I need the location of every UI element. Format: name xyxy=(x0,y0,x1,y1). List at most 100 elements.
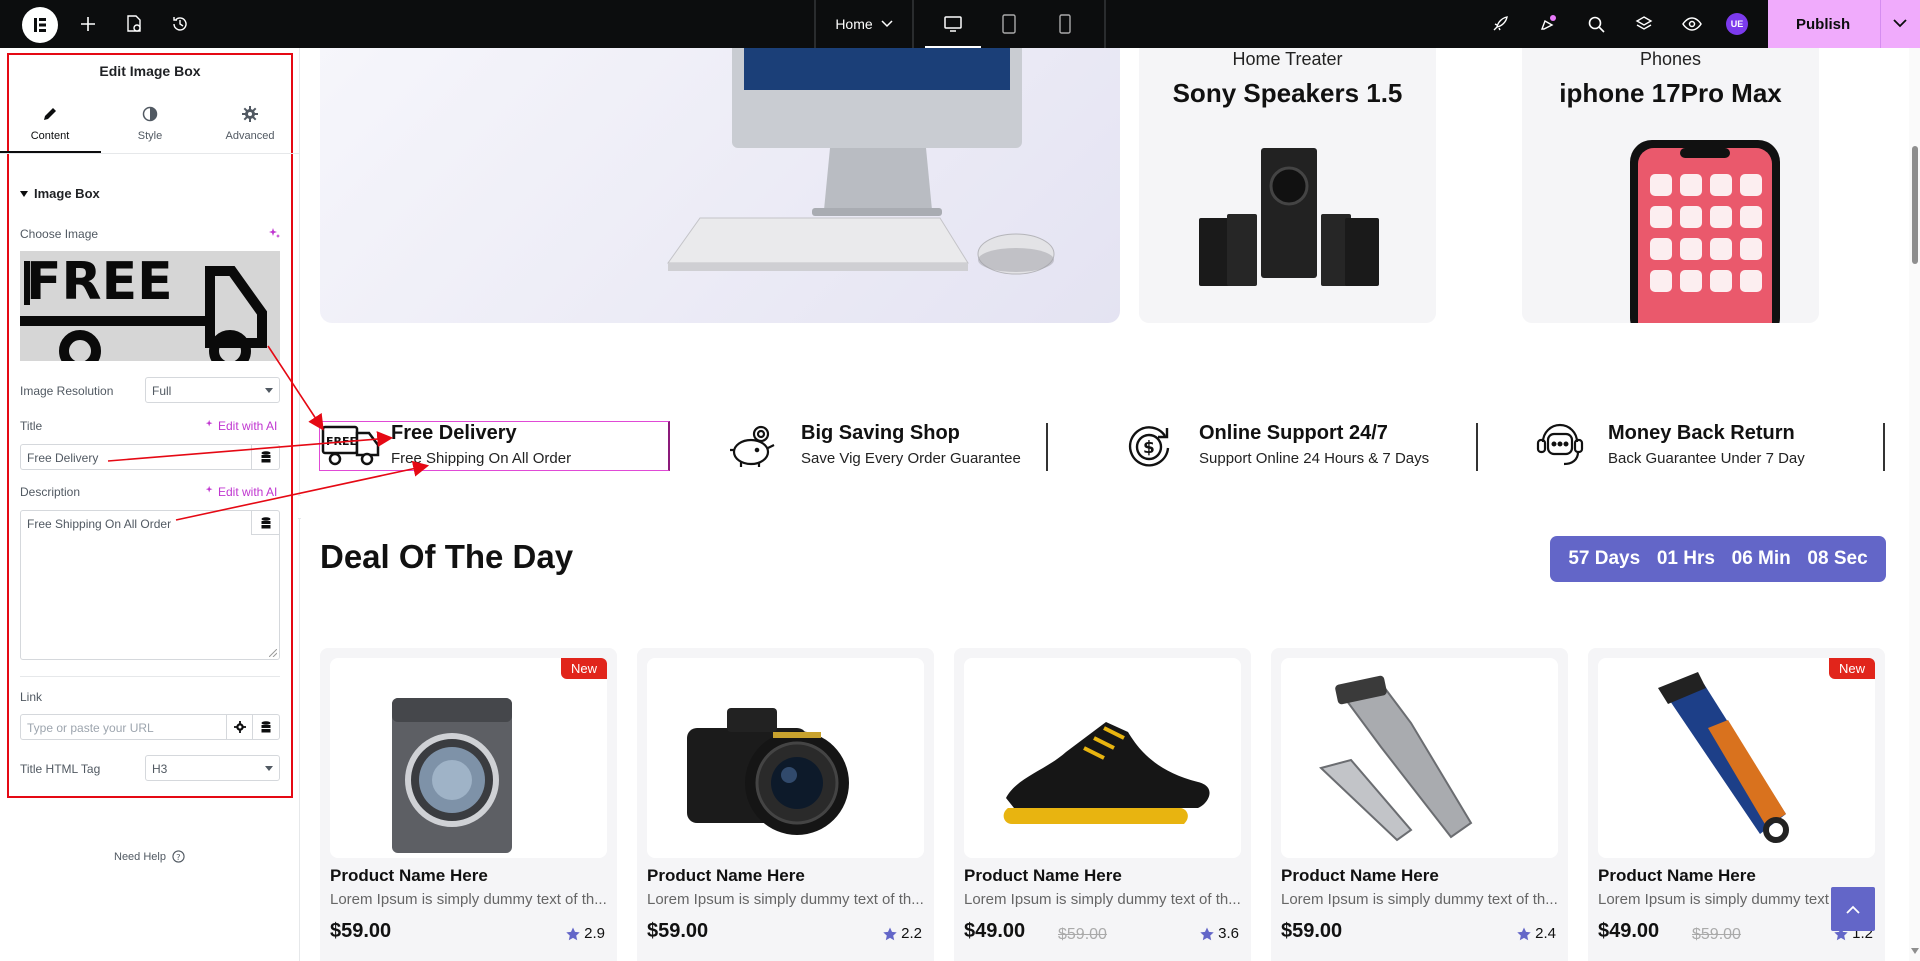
hero-banner[interactable] xyxy=(320,48,1120,323)
dynamic-tags-button[interactable] xyxy=(251,445,279,469)
product-price: $59.00 xyxy=(647,920,709,942)
choose-image-label: Choose Image xyxy=(20,227,99,241)
user-avatar[interactable]: UE xyxy=(1726,13,1748,35)
database-icon xyxy=(261,721,271,733)
product-card[interactable]: Product Name Here Lorem Ipsum is simply … xyxy=(954,648,1251,961)
product-card[interactable]: Product Name Here Lorem Ipsum is simply … xyxy=(637,648,934,961)
image-resolution-label: Image Resolution xyxy=(20,384,114,398)
product-price: $59.00 xyxy=(330,920,392,942)
tablet-view-button[interactable] xyxy=(981,0,1037,48)
link-label: Link xyxy=(20,690,43,704)
description-label: Description xyxy=(20,485,81,499)
chevron-down-icon[interactable] xyxy=(1893,19,1907,29)
image-resolution-select[interactable]: Full xyxy=(145,377,280,403)
product-rating: 3.6 xyxy=(1200,925,1239,942)
tab-content[interactable]: Content xyxy=(0,96,100,152)
ai-sparkle-icon xyxy=(205,419,213,427)
svg-text:FREE: FREE xyxy=(26,252,173,312)
feature-desc: Free Shipping On All Order xyxy=(391,450,572,467)
rating-value: 2.9 xyxy=(584,925,605,942)
divider xyxy=(20,676,280,677)
speakers-image xyxy=(1199,148,1379,286)
feature-divider xyxy=(1883,423,1885,471)
mobile-view-button[interactable] xyxy=(1037,0,1093,48)
tab-advanced-label: Advanced xyxy=(225,130,275,142)
new-badge: New xyxy=(560,658,607,679)
countdown-seconds: 08 Sec xyxy=(1807,548,1868,569)
database-icon xyxy=(261,451,270,463)
layers-icon[interactable] xyxy=(1630,0,1658,48)
title-edit-with-ai-button[interactable]: Edit with AI xyxy=(205,419,277,433)
preview-eye-icon[interactable] xyxy=(1678,0,1706,48)
product-name[interactable]: Product Name Here xyxy=(1281,866,1439,886)
product-old-price: $59.00 xyxy=(1692,926,1741,943)
need-help-link[interactable]: Need Help ? xyxy=(114,850,185,863)
product-image[interactable] xyxy=(330,658,607,858)
promo-card-phone[interactable]: Phones iphone 17Pro Max xyxy=(1522,48,1819,323)
add-element-icon[interactable] xyxy=(74,0,102,48)
product-rating: 2.4 xyxy=(1517,925,1556,942)
elementor-logo-icon[interactable] xyxy=(22,7,58,43)
contrast-icon xyxy=(142,106,158,122)
title-input[interactable]: Free Delivery xyxy=(20,444,280,470)
description-edit-with-ai-button[interactable]: Edit with AI xyxy=(205,485,277,499)
product-name[interactable]: Product Name Here xyxy=(1598,866,1756,886)
dynamic-tags-button[interactable] xyxy=(252,715,279,739)
ai-sparkle-icon xyxy=(205,485,213,493)
scrollbar-thumb[interactable] xyxy=(1912,146,1918,264)
new-badge: New xyxy=(1828,658,1875,679)
chevron-down-icon xyxy=(881,20,893,28)
link-placeholder: Type or paste your URL xyxy=(27,721,154,735)
link-input[interactable]: Type or paste your URL xyxy=(20,714,280,740)
tab-style[interactable]: Style xyxy=(100,96,200,152)
product-old-price: $59.00 xyxy=(1058,926,1107,943)
rocket-icon[interactable] xyxy=(1486,0,1514,48)
pencil-icon xyxy=(44,108,56,120)
product-image[interactable] xyxy=(964,658,1241,858)
product-image[interactable] xyxy=(1281,658,1558,858)
panel-title: Edit Image Box xyxy=(99,63,201,79)
edit-with-ai-label: Edit with AI xyxy=(218,485,278,499)
iphone-image xyxy=(1630,140,1780,323)
title-html-tag-select[interactable]: H3 xyxy=(145,755,280,781)
need-help-label: Need Help xyxy=(114,850,166,863)
search-icon[interactable] xyxy=(1582,0,1610,48)
svg-text:?: ? xyxy=(176,852,180,862)
publish-button[interactable]: Publish xyxy=(1768,0,1920,48)
description-textarea[interactable]: Free Shipping On All Order xyxy=(20,510,280,660)
resize-handle-icon[interactable] xyxy=(269,649,277,657)
scroll-down-arrow-icon[interactable] xyxy=(1911,948,1919,954)
image-resolution-value: Full xyxy=(152,384,172,398)
product-image[interactable] xyxy=(1598,658,1875,858)
dynamic-tags-button[interactable] xyxy=(251,511,279,535)
description-value: Free Shipping On All Order xyxy=(27,517,172,531)
ai-sparkle-icon[interactable] xyxy=(268,227,280,239)
tab-advanced[interactable]: Advanced xyxy=(200,96,300,152)
promo-card-title: iphone 17Pro Max xyxy=(1559,78,1782,108)
notifications-icon[interactable] xyxy=(1534,0,1562,48)
product-name[interactable]: Product Name Here xyxy=(647,866,805,886)
product-card[interactable]: New Product Name Here Lorem Ipsum is sim… xyxy=(320,648,617,961)
camera-image xyxy=(687,708,849,835)
product-image[interactable] xyxy=(647,658,924,858)
promo-card-speakers[interactable]: Home Treater Sony Speakers 1.5 xyxy=(1139,48,1436,323)
back-to-top-button[interactable] xyxy=(1831,887,1875,931)
desktop-view-button[interactable] xyxy=(925,0,981,48)
feature-divider xyxy=(1046,423,1048,471)
page-select[interactable]: Home xyxy=(816,0,912,48)
section-image-box[interactable]: Image Box xyxy=(20,186,100,201)
page-settings-icon[interactable] xyxy=(120,0,148,48)
tab-content-label: Content xyxy=(30,130,70,142)
link-options-button[interactable] xyxy=(226,715,252,739)
scrollbar-track[interactable] xyxy=(1909,48,1920,961)
history-icon[interactable] xyxy=(166,0,194,48)
image-preview[interactable]: FREE xyxy=(20,251,280,361)
product-name[interactable]: Product Name Here xyxy=(964,866,1122,886)
title-label: Title xyxy=(20,419,43,433)
product-name[interactable]: Product Name Here xyxy=(330,866,488,886)
promo-card-category: Phones xyxy=(1639,49,1702,69)
rating-value: 3.6 xyxy=(1218,925,1239,942)
product-rating: 2.9 xyxy=(566,925,605,942)
product-card[interactable]: Product Name Here Lorem Ipsum is simply … xyxy=(1271,648,1568,961)
tablet-icon xyxy=(1002,14,1016,34)
